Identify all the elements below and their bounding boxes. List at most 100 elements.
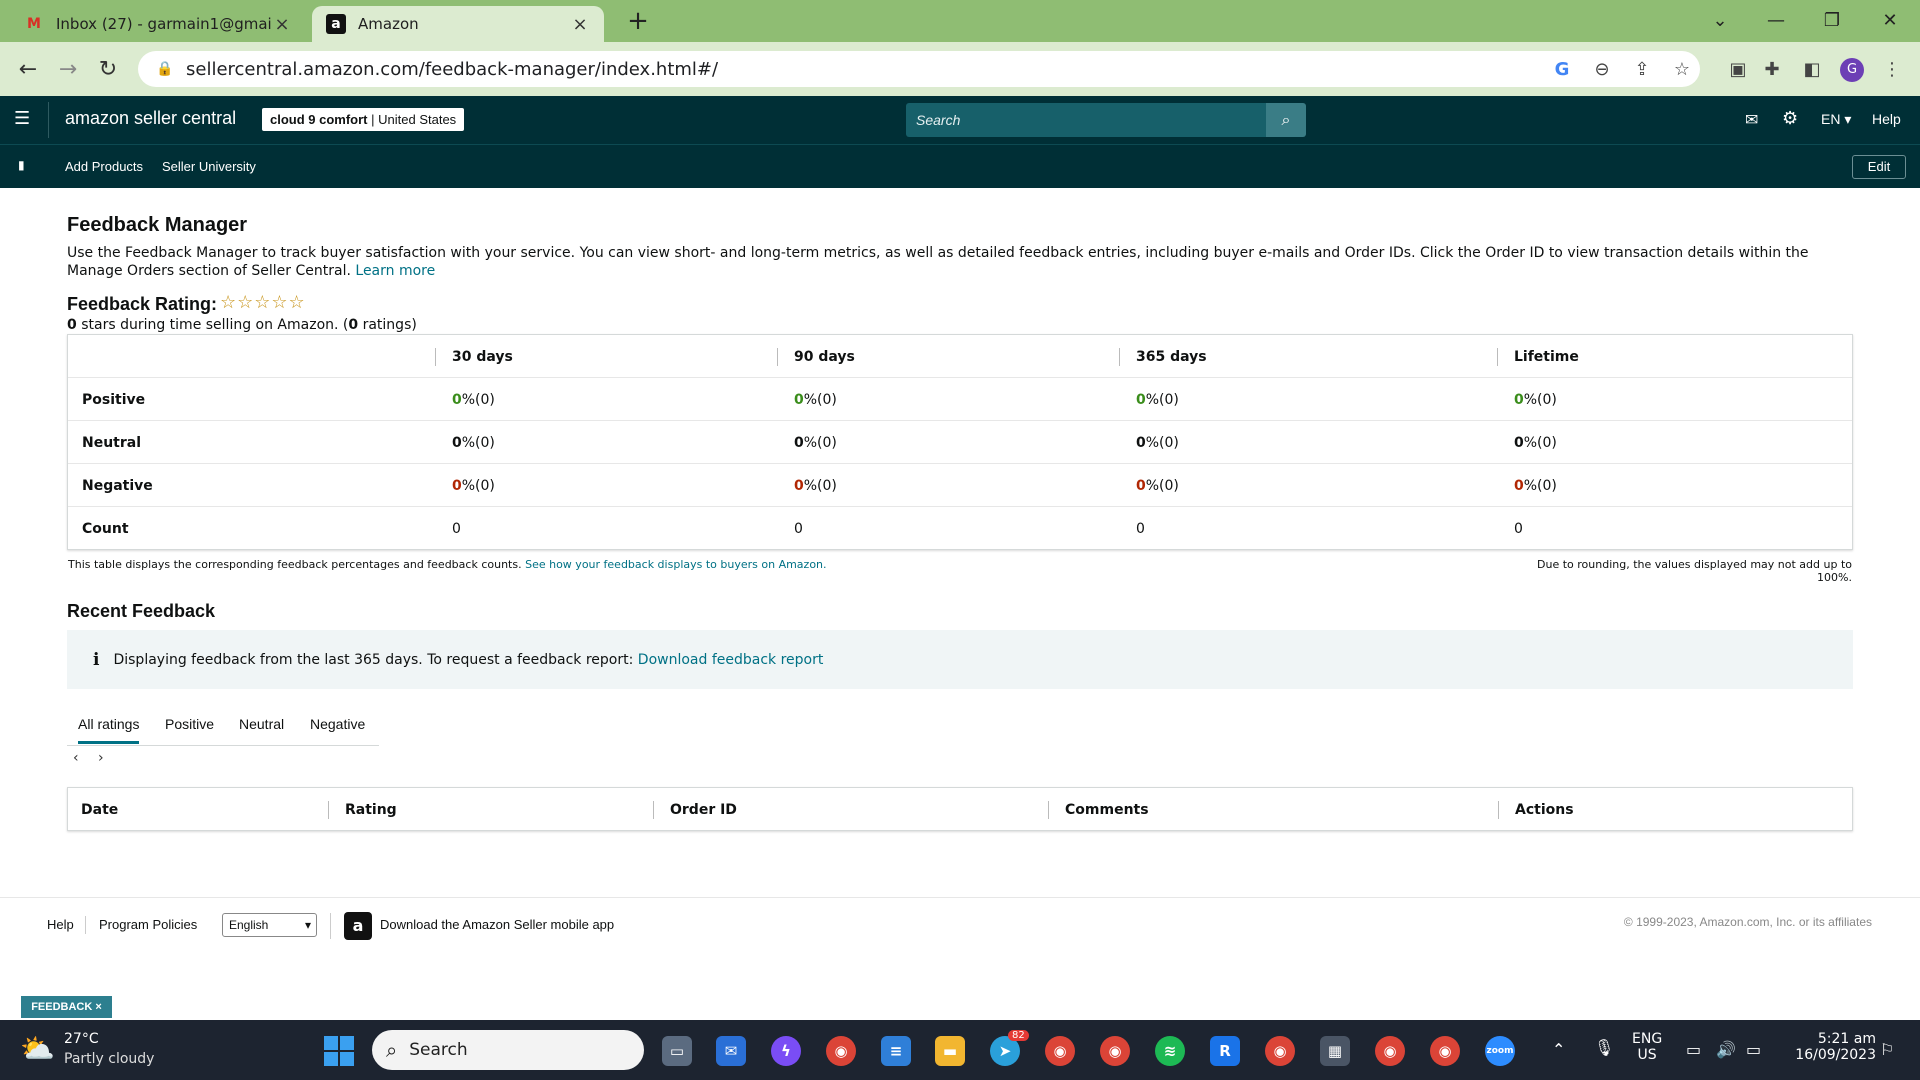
new-tab-button[interactable]: + <box>622 6 654 36</box>
zoom-icon[interactable]: ⊖ <box>1590 58 1614 82</box>
help-link[interactable]: Help <box>1872 111 1901 127</box>
language-select[interactable]: English ▾ <box>222 913 317 937</box>
table-note-text: This table displays the corresponding fe… <box>68 558 522 571</box>
mail-icon[interactable]: ✉ <box>1745 110 1758 129</box>
footer-help-link[interactable]: Help <box>47 917 74 932</box>
tab-search-icon[interactable]: ⌄ <box>1700 6 1740 36</box>
weather-desc[interactable]: Partly cloudy <box>64 1051 154 1067</box>
clock[interactable]: 5:21 am 16/09/2023 <box>1780 1031 1876 1063</box>
hamburger-menu-icon[interactable]: ☰ <box>14 108 30 129</box>
microphone-icon[interactable]: 🎙 <box>1594 1038 1614 1057</box>
reload-button[interactable]: ↻ <box>94 56 122 84</box>
telegram-badge: 82 <box>1008 1030 1029 1041</box>
volume-icon[interactable]: 🔊 <box>1716 1040 1736 1059</box>
tab-neutral[interactable]: Neutral <box>239 716 284 732</box>
back-button[interactable]: ← <box>14 56 42 84</box>
clock-date: 16/09/2023 <box>1795 1047 1876 1063</box>
chrome-icon[interactable]: ◉ <box>1100 1036 1130 1066</box>
column-header[interactable]: Comments <box>1065 788 1149 831</box>
minimize-button[interactable]: — <box>1756 6 1796 36</box>
bookmark-star-icon[interactable]: ☆ <box>1670 58 1694 82</box>
address-bar[interactable]: 🔒 sellercentral.amazon.com/feedback-mana… <box>138 51 1700 87</box>
page-title: Feedback Manager <box>67 214 248 236</box>
battery-icon[interactable]: ▭ <box>1746 1040 1761 1059</box>
r-app-icon[interactable]: R <box>1210 1036 1240 1066</box>
gear-icon[interactable]: ⚙ <box>1782 108 1798 129</box>
learn-more-link[interactable]: Learn more <box>355 263 435 279</box>
tab-all-ratings[interactable]: All ratings <box>78 716 140 744</box>
zoom-icon[interactable]: zoom <box>1485 1036 1515 1066</box>
menu-kebab-icon[interactable]: ⋮ <box>1880 58 1904 82</box>
bookmark-icon[interactable]: ▮ <box>18 158 25 172</box>
amazon-app-icon[interactable]: a <box>344 912 372 940</box>
file-explorer-icon[interactable]: ▬ <box>935 1036 965 1066</box>
close-window-button[interactable]: ✕ <box>1870 6 1910 36</box>
notification-icon[interactable]: ⚐ <box>1880 1040 1894 1059</box>
chrome-icon[interactable]: ◉ <box>1045 1036 1075 1066</box>
chrome-icon[interactable]: ◉ <box>826 1036 856 1066</box>
calculator-icon[interactable]: ▦ <box>1320 1036 1350 1066</box>
metric-percent: %(0) <box>461 477 495 494</box>
chevron-right-icon[interactable]: › <box>98 750 104 766</box>
close-icon[interactable]: × <box>95 1001 101 1013</box>
download-report-link[interactable]: Download feedback report <box>638 652 824 668</box>
search-icon[interactable]: ⌕ <box>1266 103 1306 137</box>
start-button[interactable] <box>324 1036 354 1066</box>
nav-add-products[interactable]: Add Products <box>65 159 143 174</box>
task-view-icon[interactable]: ▭ <box>662 1036 692 1066</box>
seller-central-logo[interactable]: amazon seller central <box>65 108 236 129</box>
download-app-link[interactable]: Download the Amazon Seller mobile app <box>380 917 614 932</box>
program-policies-link[interactable]: Program Policies <box>99 917 197 932</box>
tab-negative[interactable]: Negative <box>310 716 365 732</box>
notepad-icon[interactable]: ≡ <box>881 1036 911 1066</box>
metric-cell: 0 %(0) <box>794 421 837 464</box>
chrome-icon[interactable]: ◉ <box>1375 1036 1405 1066</box>
share-icon[interactable]: ⇪ <box>1630 58 1654 82</box>
side-panel-icon[interactable]: ◧ <box>1800 58 1824 82</box>
column-divider <box>328 801 329 819</box>
search-icon: ⌕ <box>386 1038 398 1062</box>
column-divider <box>435 348 436 366</box>
spotify-icon[interactable]: ≋ <box>1155 1036 1185 1066</box>
column-header[interactable]: Rating <box>345 788 397 831</box>
restore-button[interactable]: ❐ <box>1812 6 1852 36</box>
extension-off-icon[interactable]: ▣ <box>1726 58 1750 82</box>
gmail-icon: M <box>27 16 41 32</box>
metric-cell: 0 %(0) <box>1136 421 1179 464</box>
buyer-display-link[interactable]: See how your feedback displays to buyers… <box>525 558 826 571</box>
google-icon[interactable]: G <box>1550 58 1574 82</box>
chrome-icon[interactable]: ◉ <box>1265 1036 1295 1066</box>
edit-button[interactable]: Edit <box>1852 155 1906 179</box>
messenger-icon[interactable]: ϟ <box>771 1036 801 1066</box>
column-header[interactable]: Order ID <box>670 788 737 831</box>
taskbar-search[interactable]: ⌕ Search <box>372 1030 644 1070</box>
recent-feedback-title: Recent Feedback <box>67 601 216 621</box>
close-icon[interactable]: × <box>272 14 292 35</box>
forward-button[interactable]: → <box>54 56 82 84</box>
input-language[interactable]: ENG US <box>1632 1031 1662 1063</box>
network-icon[interactable]: ▭ <box>1686 1040 1701 1059</box>
metric-value: 0 <box>1514 520 1523 537</box>
feedback-button[interactable]: FEEDBACK × <box>21 996 112 1018</box>
url-text: sellercentral.amazon.com/feedback-manage… <box>186 58 719 80</box>
weather-icon[interactable]: ⛅ <box>20 1032 55 1065</box>
weather-temp[interactable]: 27°C <box>64 1031 99 1047</box>
mail-app-icon[interactable]: ✉ <box>716 1036 746 1066</box>
search-input[interactable]: Search <box>906 103 1266 137</box>
store-selector[interactable]: cloud 9 comfort | United States <box>262 108 465 131</box>
language-selector[interactable]: EN ▾ <box>1821 111 1851 128</box>
profile-avatar[interactable]: G <box>1840 58 1864 82</box>
tab-positive[interactable]: Positive <box>165 716 214 732</box>
chevron-left-icon[interactable]: ‹ <box>73 750 79 766</box>
column-divider <box>1048 801 1049 819</box>
column-header[interactable]: Date <box>81 788 118 831</box>
feedback-metrics-table: 30 days 90 days 365 days Lifetime Positi… <box>67 334 1853 550</box>
chrome-icon[interactable]: ◉ <box>1430 1036 1460 1066</box>
tab-amazon[interactable]: a Amazon × <box>312 6 604 42</box>
puzzle-icon[interactable]: ✚ <box>1760 58 1784 82</box>
chevron-up-icon[interactable]: ⌃ <box>1552 1040 1565 1059</box>
tab-gmail[interactable]: M Inbox (27) - garmain1@gmail.com × <box>10 6 306 42</box>
metric-value: 0 <box>452 477 462 494</box>
nav-seller-university[interactable]: Seller University <box>162 159 256 174</box>
close-icon[interactable]: × <box>570 14 590 35</box>
